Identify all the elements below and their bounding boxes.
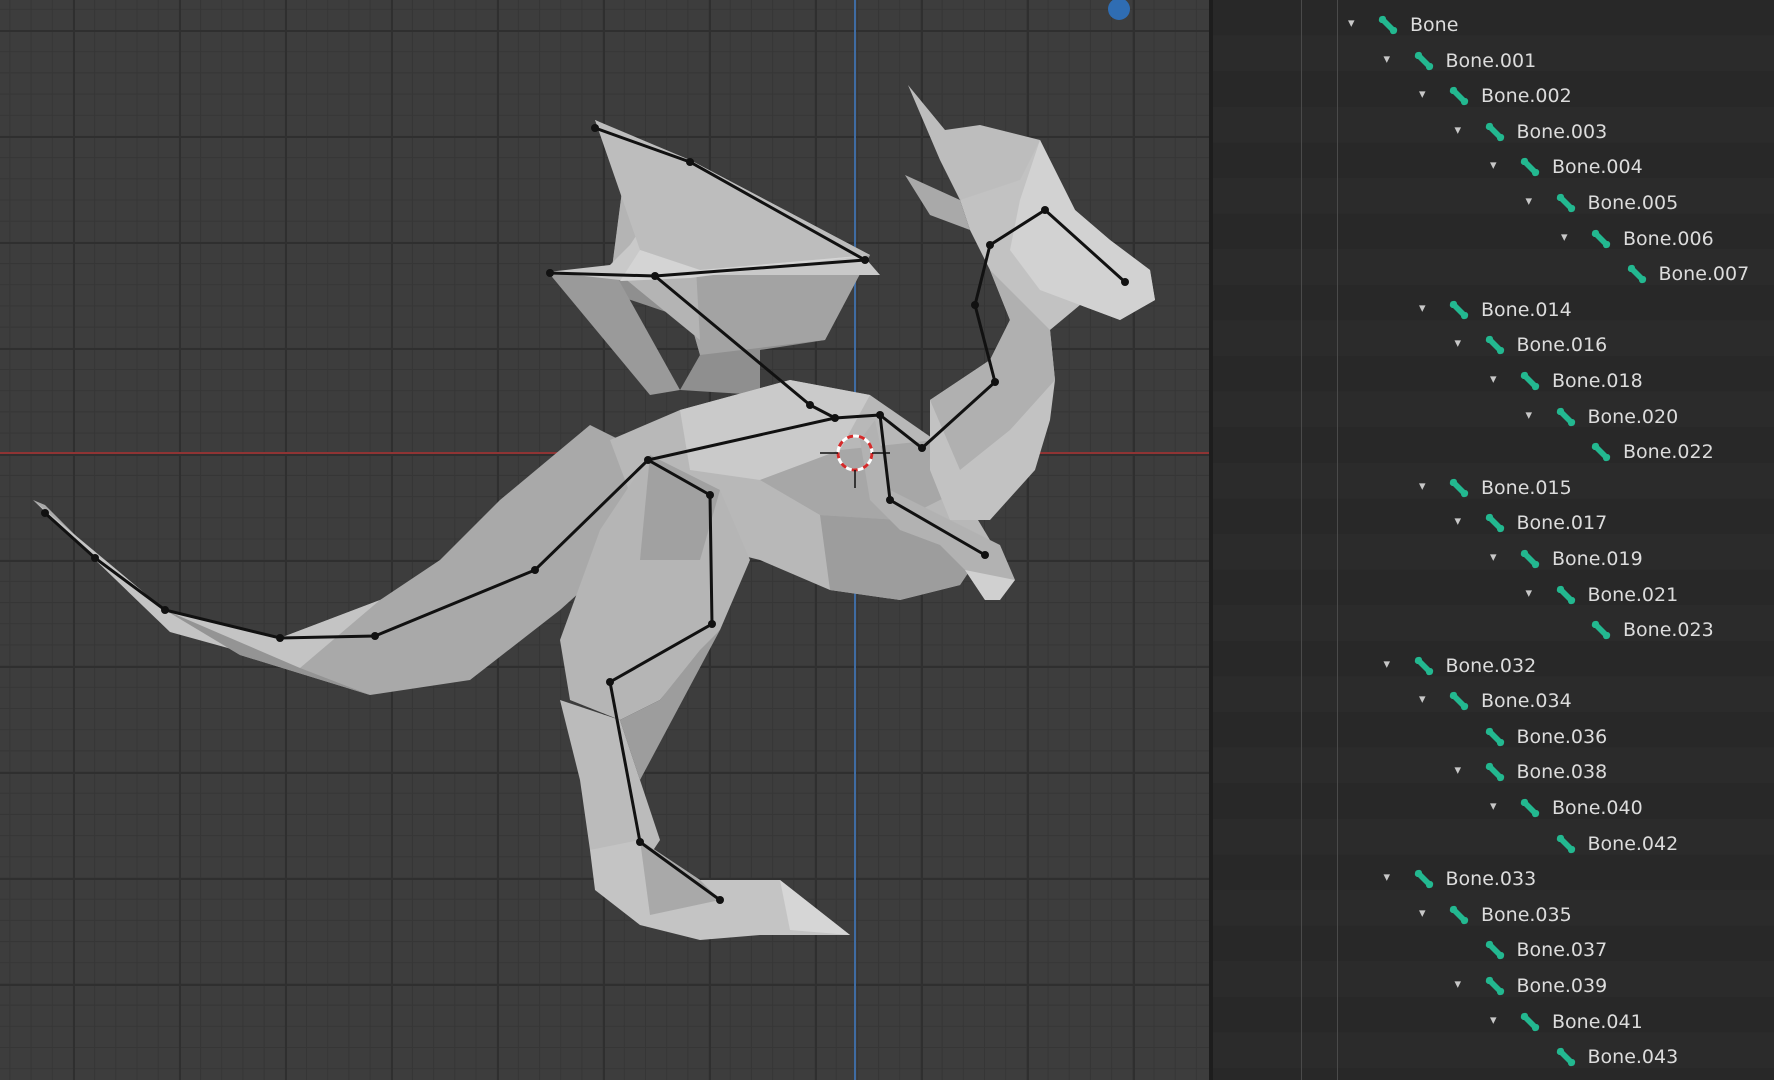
bone-icon [1483, 333, 1507, 357]
bone-label[interactable]: Bone.032 [1446, 655, 1537, 677]
bone-icon [1483, 511, 1507, 535]
expand-toggle-icon[interactable]: ▾ [1455, 123, 1462, 138]
bone-label[interactable]: Bone.023 [1623, 619, 1714, 641]
bone-label[interactable]: Bone.001 [1446, 50, 1537, 72]
outliner-panel[interactable]: ▾ Bone ▾ Bone.001 ▾ Bone.002 ▾ Bone.003 ▾ Bone.00… [1213, 0, 1774, 1080]
expand-toggle-icon[interactable]: ▾ [1384, 870, 1391, 885]
bone-icon [1483, 974, 1507, 998]
bone-label[interactable]: Bone.039 [1517, 975, 1608, 997]
bone-icon [1447, 689, 1471, 713]
bone-label[interactable]: Bone.005 [1588, 192, 1679, 214]
bone-label[interactable]: Bone.041 [1552, 1011, 1643, 1033]
bone-label[interactable]: Bone.034 [1481, 690, 1572, 712]
tree-guide-line [1337, 0, 1338, 1080]
bone-icon [1483, 938, 1507, 962]
expand-toggle-icon[interactable]: ▾ [1490, 550, 1497, 565]
bone-label[interactable]: Bone [1410, 14, 1458, 36]
bone-label[interactable]: Bone.016 [1517, 334, 1608, 356]
bone-label[interactable]: Bone.002 [1481, 85, 1572, 107]
bone-icon [1518, 369, 1542, 393]
bone-icon [1589, 618, 1613, 642]
expand-toggle-icon[interactable]: ▾ [1419, 479, 1426, 494]
bone-icon [1447, 298, 1471, 322]
bone-icon [1518, 155, 1542, 179]
expand-toggle-icon[interactable]: ▾ [1419, 906, 1426, 921]
expand-toggle-icon[interactable]: ▾ [1526, 194, 1533, 209]
bone-icon [1554, 1045, 1578, 1069]
bone-label[interactable]: Bone.019 [1552, 548, 1643, 570]
bone-label[interactable]: Bone.043 [1588, 1046, 1679, 1068]
bone-icon [1554, 583, 1578, 607]
bone-icon [1518, 796, 1542, 820]
expand-toggle-icon[interactable]: ▾ [1490, 799, 1497, 814]
bone-icon [1518, 547, 1542, 571]
bone-label[interactable]: Bone.038 [1517, 761, 1608, 783]
bone-icon [1554, 832, 1578, 856]
bone-label[interactable]: Bone.018 [1552, 370, 1643, 392]
bone-icon [1483, 760, 1507, 784]
bone-icon [1589, 227, 1613, 251]
gizmo-axis-dot[interactable] [1108, 0, 1130, 20]
bone-icon [1554, 191, 1578, 215]
bone-label[interactable]: Bone.022 [1623, 441, 1714, 463]
bone-icon [1447, 84, 1471, 108]
bone-icon [1483, 725, 1507, 749]
bone-label[interactable]: Bone.037 [1517, 939, 1608, 961]
viewport-canvas[interactable] [0, 0, 1209, 1080]
expand-toggle-icon[interactable]: ▾ [1384, 657, 1391, 672]
bone-icon [1447, 903, 1471, 927]
bone-icon [1483, 120, 1507, 144]
expand-toggle-icon[interactable]: ▾ [1490, 158, 1497, 173]
bone-icon [1589, 440, 1613, 464]
expand-toggle-icon[interactable]: ▾ [1384, 52, 1391, 67]
bone-label[interactable]: Bone.036 [1517, 726, 1608, 748]
expand-toggle-icon[interactable]: ▾ [1455, 763, 1462, 778]
bone-icon [1518, 1010, 1542, 1034]
bone-label[interactable]: Bone.040 [1552, 797, 1643, 819]
bone-label[interactable]: Bone.004 [1552, 156, 1643, 178]
bone-icon [1412, 867, 1436, 891]
tree-guide-line [1301, 0, 1302, 1080]
expand-toggle-icon[interactable]: ▾ [1455, 514, 1462, 529]
3d-viewport[interactable] [0, 0, 1209, 1080]
bone-label[interactable]: Bone.003 [1517, 121, 1608, 143]
bone-icon [1554, 405, 1578, 429]
expand-toggle-icon[interactable]: ▾ [1348, 16, 1355, 31]
expand-toggle-icon[interactable]: ▾ [1419, 692, 1426, 707]
bone-icon [1376, 13, 1400, 37]
bone-label[interactable]: Bone.035 [1481, 904, 1572, 926]
expand-toggle-icon[interactable]: ▾ [1419, 301, 1426, 316]
bone-label[interactable]: Bone.006 [1623, 228, 1714, 250]
bone-icon [1412, 654, 1436, 678]
bone-icon [1625, 262, 1649, 286]
bone-label[interactable]: Bone.042 [1588, 833, 1679, 855]
expand-toggle-icon[interactable]: ▾ [1561, 230, 1568, 245]
bone-label[interactable]: Bone.007 [1659, 263, 1750, 285]
expand-toggle-icon[interactable]: ▾ [1526, 408, 1533, 423]
expand-toggle-icon[interactable]: ▾ [1526, 586, 1533, 601]
bone-icon [1412, 49, 1436, 73]
bone-label[interactable]: Bone.020 [1588, 406, 1679, 428]
bone-label[interactable]: Bone.017 [1517, 512, 1608, 534]
bone-label[interactable]: Bone.033 [1446, 868, 1537, 890]
bone-icon [1447, 476, 1471, 500]
bone-label[interactable]: Bone.014 [1481, 299, 1572, 321]
expand-toggle-icon[interactable]: ▾ [1490, 1013, 1497, 1028]
bone-label[interactable]: Bone.015 [1481, 477, 1572, 499]
expand-toggle-icon[interactable]: ▾ [1419, 87, 1426, 102]
expand-toggle-icon[interactable]: ▾ [1455, 977, 1462, 992]
expand-toggle-icon[interactable]: ▾ [1455, 336, 1462, 351]
expand-toggle-icon[interactable]: ▾ [1490, 372, 1497, 387]
bone-label[interactable]: Bone.021 [1588, 584, 1679, 606]
